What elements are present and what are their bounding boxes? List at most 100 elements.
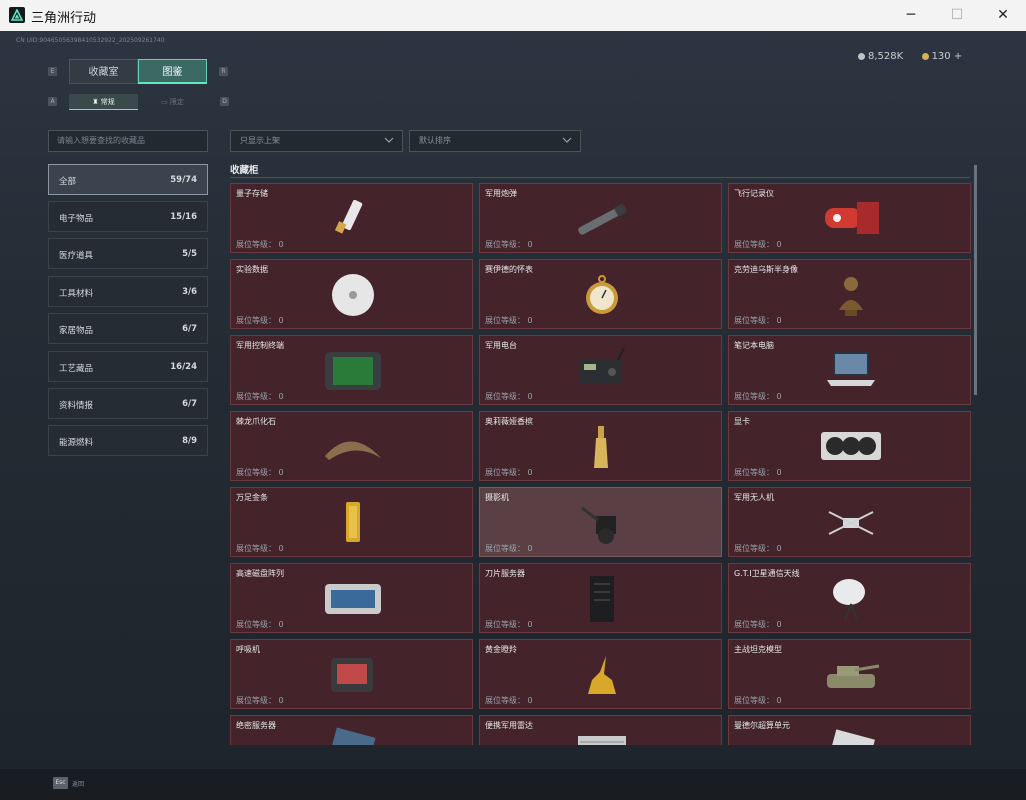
- item-name: 飞行记录仪: [734, 189, 774, 198]
- collection-grid: 量子存储 展位等级： 0 军用炮弹 展位等级： 0 飞行记录仪 展位等级： 0 实验数据 展位…: [230, 183, 975, 745]
- currency-gold[interactable]: 130 +: [932, 51, 963, 62]
- collection-card[interactable]: G.T.I卫星通信天线 展位等级： 0: [728, 563, 971, 633]
- app-logo-icon: [9, 7, 25, 23]
- display-level: 展位等级： 0: [485, 620, 533, 629]
- tank-model-icon: [819, 650, 883, 700]
- usb-drive-icon: [321, 194, 385, 244]
- collection-card[interactable]: 赛伊德的怀表 展位等级： 0: [479, 259, 722, 329]
- radar-icon: [570, 726, 634, 745]
- item-name: 棘龙爪化石: [236, 417, 276, 426]
- flight-recorder-icon: [819, 194, 883, 244]
- shelf-filter-dropdown[interactable]: 只显示上架: [230, 130, 403, 152]
- chevron-down-icon: [562, 137, 572, 143]
- collection-card[interactable]: 便携军用雷达展位等级： 0: [479, 715, 722, 745]
- tab-catalog[interactable]: 图鉴: [138, 59, 207, 84]
- display-level: 展位等级： 0: [485, 544, 533, 553]
- item-name: 奥莉薇娅香槟: [485, 417, 533, 426]
- collection-card[interactable]: 军用无人机 展位等级： 0: [728, 487, 971, 557]
- display-level: 展位等级： 0: [236, 468, 284, 477]
- display-level: 展位等级： 0: [485, 240, 533, 249]
- chalice-icon: ♜: [92, 98, 99, 106]
- display-level: 展位等级： 0: [236, 696, 284, 705]
- collection-card[interactable]: 量子存储展位等级： 0: [230, 183, 473, 253]
- category-tools[interactable]: 工具材料 3/6: [48, 276, 208, 307]
- category-electronics[interactable]: 电子物品 15/16: [48, 201, 208, 232]
- collection-card[interactable]: 笔记本电脑展位等级： 0: [728, 335, 971, 405]
- collection-card[interactable]: 军用炮弹 展位等级： 0: [479, 183, 722, 253]
- category-intel[interactable]: 资料情报 6/7: [48, 388, 208, 419]
- item-name: 实验数据: [236, 265, 268, 274]
- collection-card[interactable]: 刀片服务器 展位等级： 0: [479, 563, 722, 633]
- gold-gazelle-icon: [570, 650, 634, 700]
- collection-card[interactable]: 实验数据 展位等级： 0: [230, 259, 473, 329]
- item-name: 量子存储: [236, 189, 268, 198]
- collection-card[interactable]: 显卡 展位等级： 0: [728, 411, 971, 481]
- maximize-button[interactable]: ☐: [934, 0, 980, 31]
- category-medical[interactable]: 医疗道具 5/5: [48, 238, 208, 269]
- search-input[interactable]: 请输入想要查找的收藏品: [48, 130, 208, 152]
- subtab-regular[interactable]: ♜ 常规: [69, 94, 138, 110]
- item-name: 军用控制终端: [236, 341, 284, 350]
- collection-card[interactable]: 主战坦克模型 展位等级： 0: [728, 639, 971, 709]
- collection-card[interactable]: 曼德尔超算单元展位等级： 0: [728, 715, 971, 745]
- item-name: G.T.I卫星通信天线: [734, 569, 800, 578]
- circuit-board-icon: [321, 726, 385, 745]
- collection-card[interactable]: 军用控制终端 展位等级： 0: [230, 335, 473, 405]
- silver-coin-icon: [858, 53, 865, 60]
- gold-bar-icon: [321, 498, 385, 548]
- display-level: 展位等级： 0: [236, 392, 284, 401]
- collection-card[interactable]: 万足金条展位等级： 0: [230, 487, 473, 557]
- artillery-shell-icon: [570, 194, 634, 244]
- footer-bar: Esc 返回: [0, 769, 1026, 800]
- item-name: 万足金条: [236, 493, 268, 502]
- collection-card[interactable]: 克劳迪乌斯半身像 展位等级： 0: [728, 259, 971, 329]
- display-level: 展位等级： 0: [236, 240, 284, 249]
- display-level: 展位等级： 0: [485, 392, 533, 401]
- collection-card[interactable]: 高速磁盘阵列 展位等级： 0: [230, 563, 473, 633]
- compute-unit-icon: [819, 726, 883, 745]
- collection-card[interactable]: 军用电台 展位等级： 0: [479, 335, 722, 405]
- laptop-icon: [819, 346, 883, 396]
- collection-card[interactable]: 绝密服务器展位等级： 0: [230, 715, 473, 745]
- collection-card[interactable]: 棘龙爪化石展位等级： 0: [230, 411, 473, 481]
- item-name: 呼吸机: [236, 645, 260, 654]
- collection-card[interactable]: 呼吸机展位等级： 0: [230, 639, 473, 709]
- category-all[interactable]: 全部 59/74: [48, 164, 208, 195]
- display-level: 展位等级： 0: [734, 392, 782, 401]
- collection-card[interactable]: 黄金瞪羚 展位等级： 0: [479, 639, 722, 709]
- user-uid: CN UID:90465056398410532922_202509261740: [16, 37, 165, 44]
- collection-card[interactable]: 飞行记录仪展位等级： 0: [728, 183, 971, 253]
- satellite-dish-icon: [819, 574, 883, 624]
- window-title: 三角洲行动: [31, 11, 97, 26]
- tab-collection-room[interactable]: 收藏室: [69, 59, 138, 84]
- display-level: 展位等级： 0: [734, 240, 782, 249]
- claw-fossil-icon: [321, 422, 385, 472]
- currency-silver: 8,528K: [868, 51, 904, 62]
- item-name: 笔记本电脑: [734, 341, 774, 350]
- esc-key-hint[interactable]: Esc: [53, 777, 68, 789]
- section-title: 收藏柜: [230, 165, 259, 176]
- radio-icon: [570, 346, 634, 396]
- display-level: 展位等级： 0: [236, 544, 284, 553]
- display-level: 展位等级： 0: [734, 468, 782, 477]
- display-level: 展位等级： 0: [734, 316, 782, 325]
- item-name: 便携军用雷达: [485, 721, 533, 730]
- disc-icon: [321, 270, 385, 320]
- category-crafts[interactable]: 工艺藏品 16/24: [48, 351, 208, 382]
- close-button[interactable]: ✕: [980, 0, 1026, 31]
- back-label[interactable]: 返回: [72, 779, 84, 788]
- display-level: 展位等级： 0: [236, 620, 284, 629]
- category-household[interactable]: 家居物品 6/7: [48, 313, 208, 344]
- sort-dropdown[interactable]: 默认排序: [409, 130, 581, 152]
- display-level: 展位等级： 0: [485, 468, 533, 477]
- item-name: 绝密服务器: [236, 721, 276, 730]
- item-name: 高速磁盘阵列: [236, 569, 284, 578]
- display-level: 展位等级： 0: [734, 620, 782, 629]
- gold-coin-icon: [921, 53, 929, 60]
- item-name: 军用无人机: [734, 493, 774, 502]
- category-energy[interactable]: 能源燃料 8/9: [48, 425, 208, 456]
- collection-card[interactable]: 摄影机 展位等级： 0: [479, 487, 722, 557]
- subtab-limited[interactable]: ▭ 限定: [138, 94, 207, 110]
- collection-card[interactable]: 奥莉薇娅香槟 展位等级： 0: [479, 411, 722, 481]
- minimize-button[interactable]: ─: [888, 0, 934, 31]
